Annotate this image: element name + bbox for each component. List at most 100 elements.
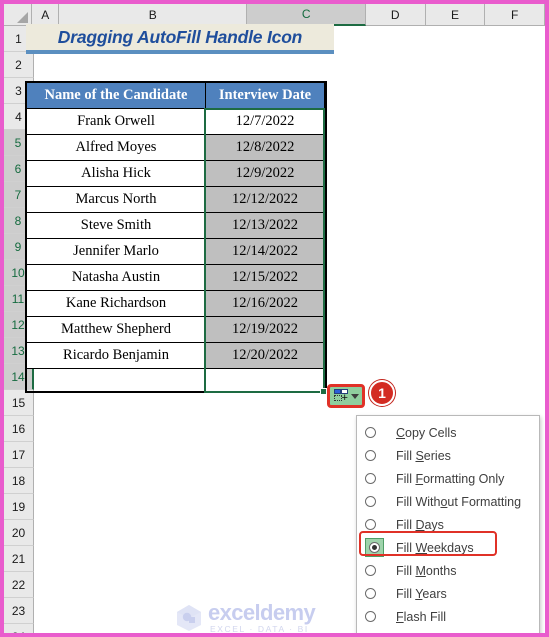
radio-wrap <box>365 588 376 599</box>
autofill-options-button[interactable]: + <box>327 384 365 408</box>
table-row: Alisha Hick 12/9/2022 <box>26 160 325 187</box>
column-header-e[interactable]: E <box>425 4 486 26</box>
autofill-options-icon: + <box>333 389 349 404</box>
title-banner: Dragging AutoFill Handle Icon <box>26 24 334 54</box>
table-row: Marcus North 12/12/2022 <box>26 186 325 213</box>
table-row: Alfred Moyes 12/8/2022 <box>26 134 325 161</box>
row-header-15[interactable]: 15 <box>4 390 34 416</box>
column-header-date: Interview Date <box>205 82 325 109</box>
radio-button-icon[interactable] <box>365 450 376 461</box>
table-row: Ricardo Benjamin 12/20/2022 <box>26 342 325 369</box>
cell-interview-date[interactable]: 12/9/2022 <box>205 160 325 187</box>
row-header-19[interactable]: 19 <box>4 494 34 520</box>
menu-item-fill-formatting-only[interactable]: Fill Formatting Only <box>357 467 539 490</box>
cell-interview-date[interactable]: 12/14/2022 <box>205 238 325 265</box>
radio-wrap <box>365 427 376 438</box>
column-header-b[interactable]: B <box>59 4 248 26</box>
watermark-tagline: EXCEL · DATA · BI <box>210 624 309 634</box>
row-header-2[interactable]: 2 <box>4 52 34 78</box>
row-header-18[interactable]: 18 <box>4 468 34 494</box>
cell-candidate-name[interactable]: Marcus North <box>26 186 206 213</box>
page-title: Dragging AutoFill Handle Icon <box>57 26 303 47</box>
watermark-text: exceldemy EXCEL · DATA · BI <box>208 600 316 634</box>
radio-wrap <box>365 450 376 461</box>
glyph-cell-blue <box>333 389 341 394</box>
radio-wrap <box>365 473 376 484</box>
cell-candidate-name[interactable]: Alisha Hick <box>26 160 206 187</box>
table-body: Frank Orwell 12/7/2022 Alfred Moyes 12/8/20… <box>26 108 325 369</box>
row-header-20[interactable]: 20 <box>4 520 34 546</box>
menu-item-label: Fill Days <box>396 517 444 532</box>
radio-button-icon[interactable] <box>365 427 376 438</box>
watermark: exceldemy EXCEL · DATA · BI <box>176 600 316 634</box>
select-all-triangle-icon <box>17 12 29 23</box>
radio-button-icon[interactable] <box>365 611 376 622</box>
menu-item-fill-series[interactable]: Fill Series <box>357 444 539 467</box>
table-row: Natasha Austin 12/15/2022 <box>26 264 325 291</box>
row-header-16[interactable]: 16 <box>4 416 34 442</box>
menu-item-label: Fill Formatting Only <box>396 471 505 486</box>
menu-item-fill-months[interactable]: Fill Months <box>357 559 539 582</box>
radio-wrap <box>365 565 376 576</box>
cell-candidate-name[interactable]: Alfred Moyes <box>26 134 206 161</box>
menu-item-flash-fill[interactable]: Flash Fill <box>357 605 539 628</box>
cell-candidate-name[interactable]: Frank Orwell <box>26 108 206 135</box>
row-header-22[interactable]: 22 <box>4 572 34 598</box>
row-header-24[interactable]: 24 <box>4 624 34 633</box>
menu-item-label: Copy Cells <box>396 425 457 440</box>
column-header-f[interactable]: F <box>485 4 545 26</box>
screenshot-frame: ABCDEF 1 2 3 4 5 6 7 8 9 10 11 12 13 14 15 16 17 18 19 20 21… <box>0 0 549 637</box>
row-header-23[interactable]: 23 <box>4 598 34 624</box>
radio-wrap <box>365 611 376 622</box>
menu-item-fill-years[interactable]: Fill Years <box>357 582 539 605</box>
menu-item-fill-days[interactable]: Fill Days <box>357 513 539 536</box>
menu-item-label: Fill Without Formatting <box>396 494 522 509</box>
autofill-options-menu: Copy Cells Fill Series Fill Formatting Onl… <box>356 415 540 633</box>
cell-candidate-name[interactable]: Ricardo Benjamin <box>26 342 206 369</box>
radio-wrap <box>365 496 376 507</box>
cell-candidate-name[interactable]: Natasha Austin <box>26 264 206 291</box>
step-badge-1: 1 <box>369 380 395 406</box>
radio-button-icon[interactable] <box>365 588 376 599</box>
cell-interview-date[interactable]: 12/13/2022 <box>205 212 325 239</box>
column-header-c[interactable]: C <box>247 4 366 26</box>
cell-interview-date[interactable]: 12/16/2022 <box>205 290 325 317</box>
table-row: Frank Orwell 12/7/2022 <box>26 108 325 135</box>
radio-button-icon[interactable] <box>365 496 376 507</box>
column-header-a[interactable]: A <box>32 4 60 26</box>
table-row: Steve Smith 12/13/2022 <box>26 212 325 239</box>
menu-item-label: Fill Months <box>396 563 457 578</box>
radio-button-icon[interactable] <box>365 473 376 484</box>
cell-interview-date[interactable]: 12/8/2022 <box>205 134 325 161</box>
cell-candidate-name[interactable]: Jennifer Marlo <box>26 238 206 265</box>
cell-candidate-name[interactable]: Kane Richardson <box>26 290 206 317</box>
select-all-corner[interactable] <box>4 4 33 26</box>
cell-candidate-name[interactable]: Matthew Shepherd <box>26 316 206 343</box>
column-header-name: Name of the Candidate <box>26 82 206 109</box>
cell-interview-date[interactable]: 12/19/2022 <box>205 316 325 343</box>
radio-button-icon[interactable] <box>365 565 376 576</box>
radio-button-icon[interactable] <box>369 542 380 553</box>
menu-item-fill-weekdays[interactable]: Fill Weekdays <box>357 536 539 559</box>
cell-interview-date[interactable]: 12/7/2022 <box>205 108 325 135</box>
menu-item-label: Flash Fill <box>396 609 447 624</box>
table-row: Kane Richardson 12/16/2022 <box>26 290 325 317</box>
menu-item-fill-without-formatting[interactable]: Fill Without Formatting <box>357 490 539 513</box>
candidates-table: Name of the Candidate Interview Date Fra… <box>26 82 325 369</box>
cell-candidate-name[interactable]: Steve Smith <box>26 212 206 239</box>
glyph-dotted-cells <box>333 395 342 401</box>
cell-interview-date[interactable]: 12/15/2022 <box>205 264 325 291</box>
menu-item-label: Fill Series <box>396 448 451 463</box>
cell-interview-date[interactable]: 12/12/2022 <box>205 186 325 213</box>
chevron-down-icon <box>350 393 359 399</box>
cell-interview-date[interactable]: 12/20/2022 <box>205 342 325 369</box>
exceldemy-logo-icon <box>177 604 201 631</box>
column-header-d[interactable]: D <box>365 4 426 26</box>
watermark-brand: exceldemy <box>208 600 316 625</box>
table-header-row: Name of the Candidate Interview Date <box>26 82 325 109</box>
glyph-plus-icon: + <box>341 392 348 404</box>
menu-item-copy-cells[interactable]: Copy Cells <box>357 421 539 444</box>
row-header-21[interactable]: 21 <box>4 546 34 572</box>
radio-button-icon[interactable] <box>365 519 376 530</box>
row-header-17[interactable]: 17 <box>4 442 34 468</box>
